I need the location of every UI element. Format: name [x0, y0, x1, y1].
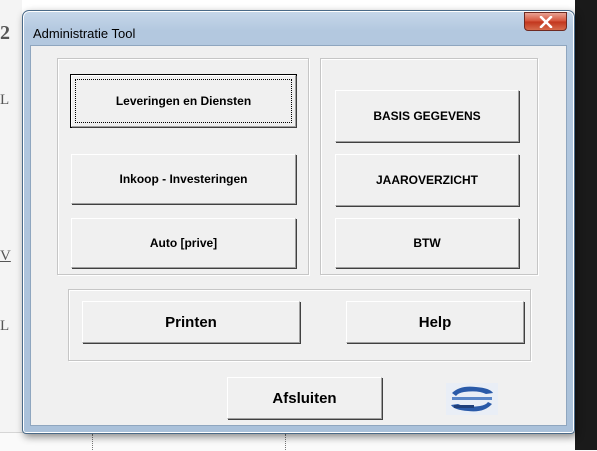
button-label: BASIS GEGEVENS [373, 109, 481, 123]
help-button[interactable]: Help [346, 301, 524, 343]
auto-prive-button[interactable]: Auto [prive] [71, 218, 296, 268]
button-label: Afsluiten [272, 389, 337, 407]
leveringen-en-diensten-button[interactable]: Leveringen en Diensten [71, 75, 296, 127]
background-spreadsheet-bottom [0, 432, 597, 451]
background-gridline [92, 434, 94, 450]
dialog-client-area: Leveringen en Diensten Inkoop - Invester… [30, 45, 567, 426]
window-title: Administratie Tool [33, 26, 136, 41]
btw-button[interactable]: BTW [335, 218, 519, 268]
background-dark-area [575, 0, 597, 450]
background-gridline [285, 434, 287, 450]
background-spreadsheet-left: 2 L V L [0, 0, 22, 450]
jaaroverzicht-button[interactable]: JAAROVERZICHT [335, 154, 519, 206]
button-label: Printen [165, 313, 217, 331]
afsluiten-button[interactable]: Afsluiten [227, 377, 382, 419]
button-label: Inkoop - Investeringen [119, 172, 248, 186]
basis-gegevens-button[interactable]: BASIS GEGEVENS [335, 90, 519, 142]
background-fragment: V [0, 248, 11, 264]
button-label: BTW [413, 236, 441, 250]
printen-button[interactable]: Printen [82, 301, 300, 343]
close-button[interactable] [524, 12, 567, 31]
background-fragment: L [0, 318, 10, 334]
inkoop-investeringen-button[interactable]: Inkoop - Investeringen [71, 154, 296, 204]
background-fragment: 2 [0, 22, 10, 44]
button-label: JAAROVERZICHT [375, 173, 478, 187]
company-logo-icon [446, 383, 498, 415]
button-label: Leveringen en Diensten [115, 94, 252, 108]
dialog-window: Administratie Tool Leveringen en Dienste… [22, 10, 575, 434]
background-fragment: L [0, 92, 10, 108]
button-label: Help [418, 313, 452, 331]
button-label: Auto [prive] [149, 236, 218, 250]
close-icon [539, 15, 552, 28]
